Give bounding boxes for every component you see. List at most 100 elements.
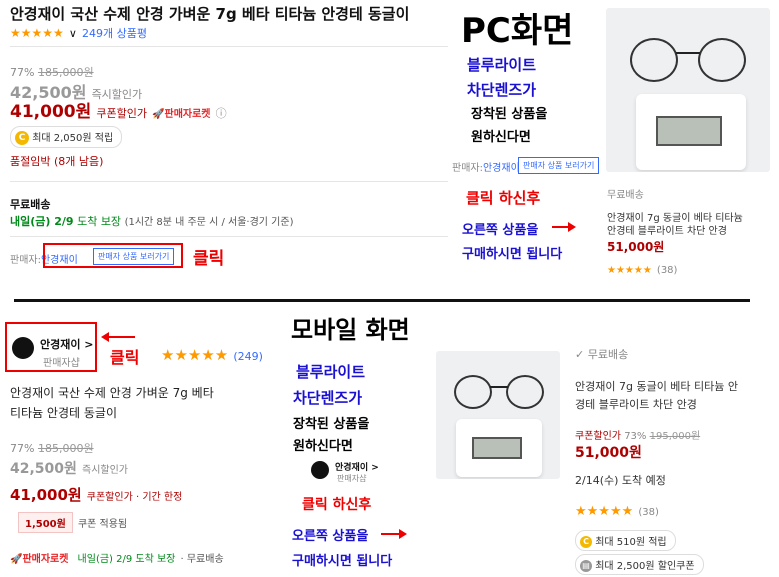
section-divider — [14, 299, 750, 302]
discount-percent: 77% — [10, 66, 35, 79]
card-reviews: (38) — [656, 265, 678, 276]
m-annot-black-line1: 장착된 상품을 — [293, 417, 370, 432]
coin-icon: C — [15, 131, 29, 145]
m-card-coupon: ▤ 최대 2,500원 할인쿠폰 — [575, 554, 704, 575]
m-annot-black-line2: 원하신다면 — [293, 439, 353, 454]
m-bridge — [490, 386, 508, 388]
check-icon: ✓ — [575, 348, 585, 361]
right-product-line2: 구매하시면 됩니다 — [462, 247, 563, 262]
mobile-seller-name[interactable]: 안경재이 > — [40, 336, 94, 352]
mobile-product-image[interactable] — [436, 351, 560, 479]
mobile-seller-sub: 판매자샵 — [43, 358, 80, 369]
m-card-name-line2[interactable]: 경테 블루라이트 차단 안경 — [575, 396, 697, 412]
m-coin-icon: C — [580, 536, 592, 548]
card-price: 51,000원 — [607, 240, 665, 254]
mini-seller-name[interactable]: 안경재이 — [483, 163, 520, 174]
coupon-label: 쿠폰할인가 — [96, 107, 147, 120]
mobile-title-line1: 안경재이 국산 수제 안경 가벼운 7g 베타 — [10, 386, 214, 400]
mobile-coupon-label: 쿠폰할인가 · 기간 한정 — [86, 492, 183, 503]
mobile-free-ship: · 무료배송 — [180, 554, 224, 565]
m-right-product-line1: 오른쪽 상품을 — [292, 529, 369, 544]
m-card-price: 51,000원 — [575, 445, 642, 461]
m-mini-seller-name[interactable]: 안경재이 > — [335, 460, 379, 473]
seller-label: 판매자: — [10, 255, 41, 266]
m-card-coupon-label: 쿠폰할인가 — [575, 431, 621, 442]
m-card-shipping-text: 무료배송 — [587, 348, 629, 361]
m-card-delivery: 2/14(수) 도착 예정 — [575, 474, 666, 487]
delivery-condition: (1시간 8분 내 주문 시 / 서울·경기 기준) — [124, 217, 294, 228]
mobile-title-line2: 티타늄 안경테 동글이 — [10, 406, 117, 420]
lens-right — [698, 38, 746, 82]
m-annot-blue-line1: 블루라이트 — [296, 363, 366, 381]
delivery-guarantee: 도착 보장 — [77, 215, 122, 228]
m-right-product-line2: 구매하시면 됩니다 — [292, 554, 393, 569]
card-shipping: 무료배송 — [607, 190, 644, 201]
m-lens-left — [454, 375, 492, 409]
m-arrow-right-icon — [381, 529, 407, 539]
m-mini-seller[interactable] — [311, 459, 329, 479]
click-annotation: 클릭 — [193, 249, 225, 269]
original-price: 185,000원 — [37, 66, 94, 79]
pc-rating[interactable]: ★★★★★ ∨ 249개 상품평 — [10, 22, 147, 41]
pc-product-title: 안경재이 국산 수제 안경 가벼운 7g 베타 티타늄 안경테 동글이 — [10, 5, 410, 23]
coupon-applied: 쿠폰 적용됨 — [77, 519, 128, 530]
mobile-click-annotation: 클릭 — [110, 348, 140, 367]
arrow-left-icon — [101, 332, 135, 342]
mobile-rocket-icon: 🚀 — [10, 554, 23, 565]
m-card-name-line1[interactable]: 안경재이 7g 동글이 베타 티타늄 안 — [575, 378, 738, 394]
rocket-label: 판매자로켓 — [164, 109, 211, 120]
rocket-icon: 🚀 — [152, 109, 165, 120]
info-icon[interactable]: ⓘ — [216, 107, 227, 120]
coupon-icon: ▤ — [580, 560, 592, 572]
mobile-seller-logo[interactable] — [12, 337, 34, 359]
card-name-line2[interactable]: 안경테 블루라이트 차단 안경 — [607, 222, 727, 237]
annot-blue-line2: 차단렌즈가 — [467, 81, 537, 99]
chevron-down-icon[interactable]: ∨ — [69, 27, 77, 40]
m-annot-blue-line2: 차단렌즈가 — [293, 389, 363, 407]
m-card-original: 195,000원 — [649, 431, 701, 442]
m-scale-display — [472, 437, 522, 459]
coupon-price: 41,000원 — [10, 102, 92, 122]
m-card-pct: 73% — [624, 431, 647, 442]
coupon-badge: 1,500원 — [18, 512, 73, 533]
scale-display — [656, 116, 722, 146]
points-text: 최대 2,050원 적립 — [32, 133, 114, 144]
m-mini-seller-sub: 판매자샵 — [337, 474, 367, 483]
m-card-points-text: 최대 510원 적립 — [595, 537, 667, 548]
m-lens-right — [506, 375, 544, 409]
seller-logo-icon — [12, 337, 34, 359]
mobile-coupon-price: 41,000원 — [10, 486, 82, 504]
right-product-line1: 오른쪽 상품을 — [462, 223, 539, 238]
delivery-date: 내일(금) 2/9 — [10, 215, 74, 228]
mobile-delivery: 내일(금) 2/9 도착 보장 — [77, 554, 176, 565]
soldout-warning: 품절임박 (8개 남음) — [10, 155, 104, 168]
highlight-box — [43, 243, 183, 268]
annot-black-line2: 원하신다면 — [471, 130, 531, 145]
card-stars: ★★★★★ — [607, 265, 652, 276]
m-card-shipping: ✓ 무료배송 — [575, 346, 628, 362]
mobile-original-price: 185,000원 — [37, 442, 94, 455]
bridge — [676, 52, 700, 54]
mini-seller-label: 판매자: — [452, 163, 483, 174]
shipping-title: 무료배송 — [10, 198, 51, 211]
points-badge: C 최대 2,050원 적립 — [10, 126, 123, 148]
m-card-coupon-text: 최대 2,500원 할인쿠폰 — [595, 561, 695, 572]
mobile-instant-price: 42,500원 — [10, 461, 77, 477]
mobile-reviews[interactable]: (249) — [233, 350, 263, 363]
review-count-link[interactable]: 249개 상품평 — [82, 27, 147, 40]
annot-blue-line1: 블루라이트 — [467, 56, 537, 74]
after-click-annotation: 클릭 하신후 — [466, 189, 541, 207]
mobile-rocket-label: 판매자로켓 — [22, 554, 69, 565]
mobile-heading: 모바일 화면 — [291, 316, 410, 344]
mini-seller-logo-icon — [311, 460, 329, 479]
mobile-stars: ★★★★★ — [161, 346, 229, 364]
m-card-stars: ★★★★★ — [575, 504, 634, 519]
mobile-instant-label: 즉시할인가 — [82, 465, 128, 476]
product-image[interactable] — [606, 8, 770, 172]
rating-stars: ★★★★★ — [10, 26, 64, 40]
lens-left — [630, 38, 678, 82]
pc-heading: PC화면 — [461, 11, 574, 51]
arrow-right-icon — [552, 222, 576, 232]
mini-seller-button[interactable]: 판매자 상품 보러가기 — [518, 157, 600, 174]
m-card-reviews: (38) — [638, 507, 659, 518]
